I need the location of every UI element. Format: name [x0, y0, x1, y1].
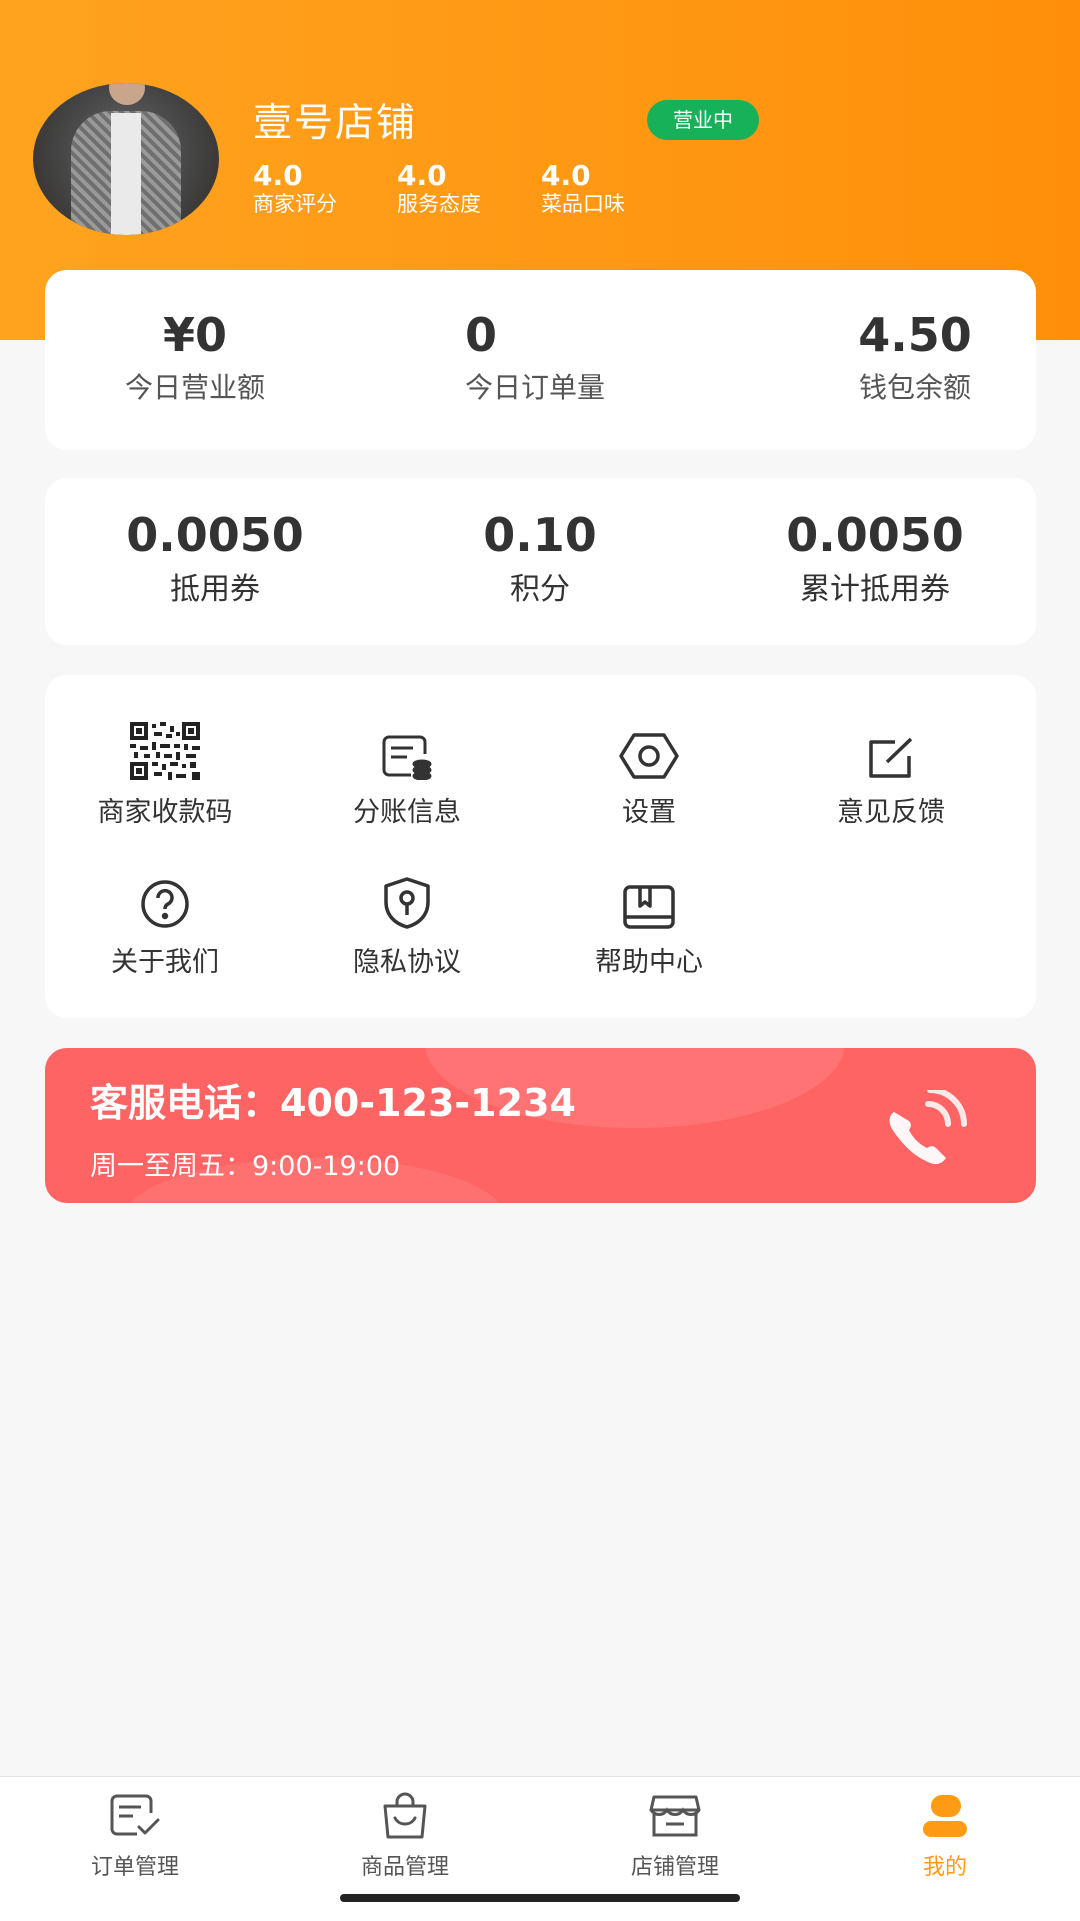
- stat-label: 抵用券: [170, 572, 260, 607]
- stat-value: 4.50: [858, 308, 972, 362]
- home-indicator: [340, 1894, 740, 1902]
- rating-taste: 4.0 菜品口味: [541, 161, 625, 217]
- summary-card: ¥0 今日营业额 0 今日订单量 4.50 钱包余额: [45, 270, 1036, 450]
- service-hours: 周一至周五：9:00-19:00: [90, 1151, 401, 1182]
- service-phone: 客服电话：400-123-1234: [90, 1081, 576, 1125]
- stat-value: 0: [465, 308, 498, 362]
- stat-value: 0.10: [483, 508, 597, 562]
- today-orders[interactable]: 0 今日订单量: [465, 308, 665, 406]
- rating-value: 4.0: [253, 159, 303, 192]
- rating-value: 4.0: [541, 159, 591, 192]
- tab-label: 我的: [922, 1855, 967, 1880]
- tab-label: 店铺管理: [630, 1855, 719, 1880]
- settings-hex-icon: [619, 733, 679, 779]
- voucher-balance[interactable]: 0.0050 抵用券: [105, 508, 325, 608]
- wallet-balance[interactable]: 4.50 钱包余额: [815, 308, 1015, 406]
- rating-value: 4.0: [397, 159, 447, 192]
- stat-value: ¥0: [162, 308, 227, 362]
- tab-store-management[interactable]: 店铺管理: [575, 1791, 775, 1881]
- stat-label: 累计抵用券: [800, 572, 950, 607]
- menu-item-label: 隐私协议: [353, 947, 461, 978]
- status-badge: 营业中: [647, 100, 759, 140]
- stat-label: 积分: [510, 572, 570, 607]
- feedback-item[interactable]: 意见反馈: [791, 720, 991, 829]
- total-voucher[interactable]: 0.0050 累计抵用券: [755, 508, 995, 608]
- menu-item-label: 帮助中心: [595, 947, 703, 978]
- shop-name: 壹号店铺: [253, 101, 418, 146]
- menu-item-label: 设置: [622, 797, 676, 828]
- split-bill-icon: [382, 735, 432, 780]
- privacy-policy-item[interactable]: 隐私协议: [307, 870, 507, 979]
- split-bill-item[interactable]: 分账信息: [307, 720, 507, 829]
- shield-key-icon: [384, 877, 430, 929]
- rating-label: 服务态度: [397, 192, 481, 216]
- rating-label: 菜品口味: [541, 192, 625, 216]
- today-revenue[interactable]: ¥0 今日营业额: [85, 308, 305, 406]
- tab-mine[interactable]: 我的: [845, 1791, 1045, 1881]
- stat-value: 0.0050: [126, 508, 304, 562]
- stat-label: 钱包余额: [858, 371, 971, 404]
- tab-order-management[interactable]: 订单管理: [35, 1791, 235, 1881]
- feedback-edit-icon: [869, 737, 913, 778]
- tab-product-management[interactable]: 商品管理: [305, 1791, 505, 1881]
- avatar[interactable]: [33, 83, 219, 235]
- phone-call-icon: [889, 1090, 967, 1165]
- shopping-bag-icon: [383, 1792, 427, 1839]
- book-icon: [623, 885, 675, 929]
- help-center-item[interactable]: 帮助中心: [549, 870, 749, 979]
- rating-service: 4.0 服务态度: [397, 161, 481, 217]
- rating-merchant: 4.0 商家评分: [253, 161, 337, 217]
- qr-code-icon: [130, 722, 200, 780]
- stat-label: 今日订单量: [465, 371, 606, 404]
- tab-label: 商品管理: [360, 1855, 449, 1880]
- points-balance[interactable]: 0.10 积分: [440, 508, 640, 608]
- menu-card: 商家收款码 分账信息 设置 意见反馈 关于我们 隐私协议 帮助中心: [45, 675, 1036, 1018]
- stat-value: 0.0050: [786, 508, 964, 562]
- tab-label: 订单管理: [90, 1855, 179, 1880]
- customer-service-banner[interactable]: 客服电话：400-123-1234 周一至周五：9:00-19:00: [45, 1048, 1036, 1203]
- question-circle-icon: [141, 880, 189, 928]
- order-icon: [110, 1794, 160, 1836]
- user-icon: [923, 1795, 967, 1837]
- menu-item-label: 分账信息: [353, 797, 461, 828]
- about-us-item[interactable]: 关于我们: [65, 870, 265, 979]
- merchant-qr-code-item[interactable]: 商家收款码: [65, 720, 265, 829]
- settings-item[interactable]: 设置: [549, 720, 749, 829]
- stat-label: 今日营业额: [124, 371, 265, 404]
- store-icon: [649, 1795, 701, 1837]
- menu-item-label: 商家收款码: [97, 797, 233, 828]
- assets-card: 0.0050 抵用券 0.10 积分 0.0050 累计抵用券: [45, 478, 1036, 645]
- menu-item-label: 意见反馈: [837, 797, 945, 828]
- menu-item-label: 关于我们: [111, 947, 219, 978]
- rating-label: 商家评分: [253, 192, 337, 216]
